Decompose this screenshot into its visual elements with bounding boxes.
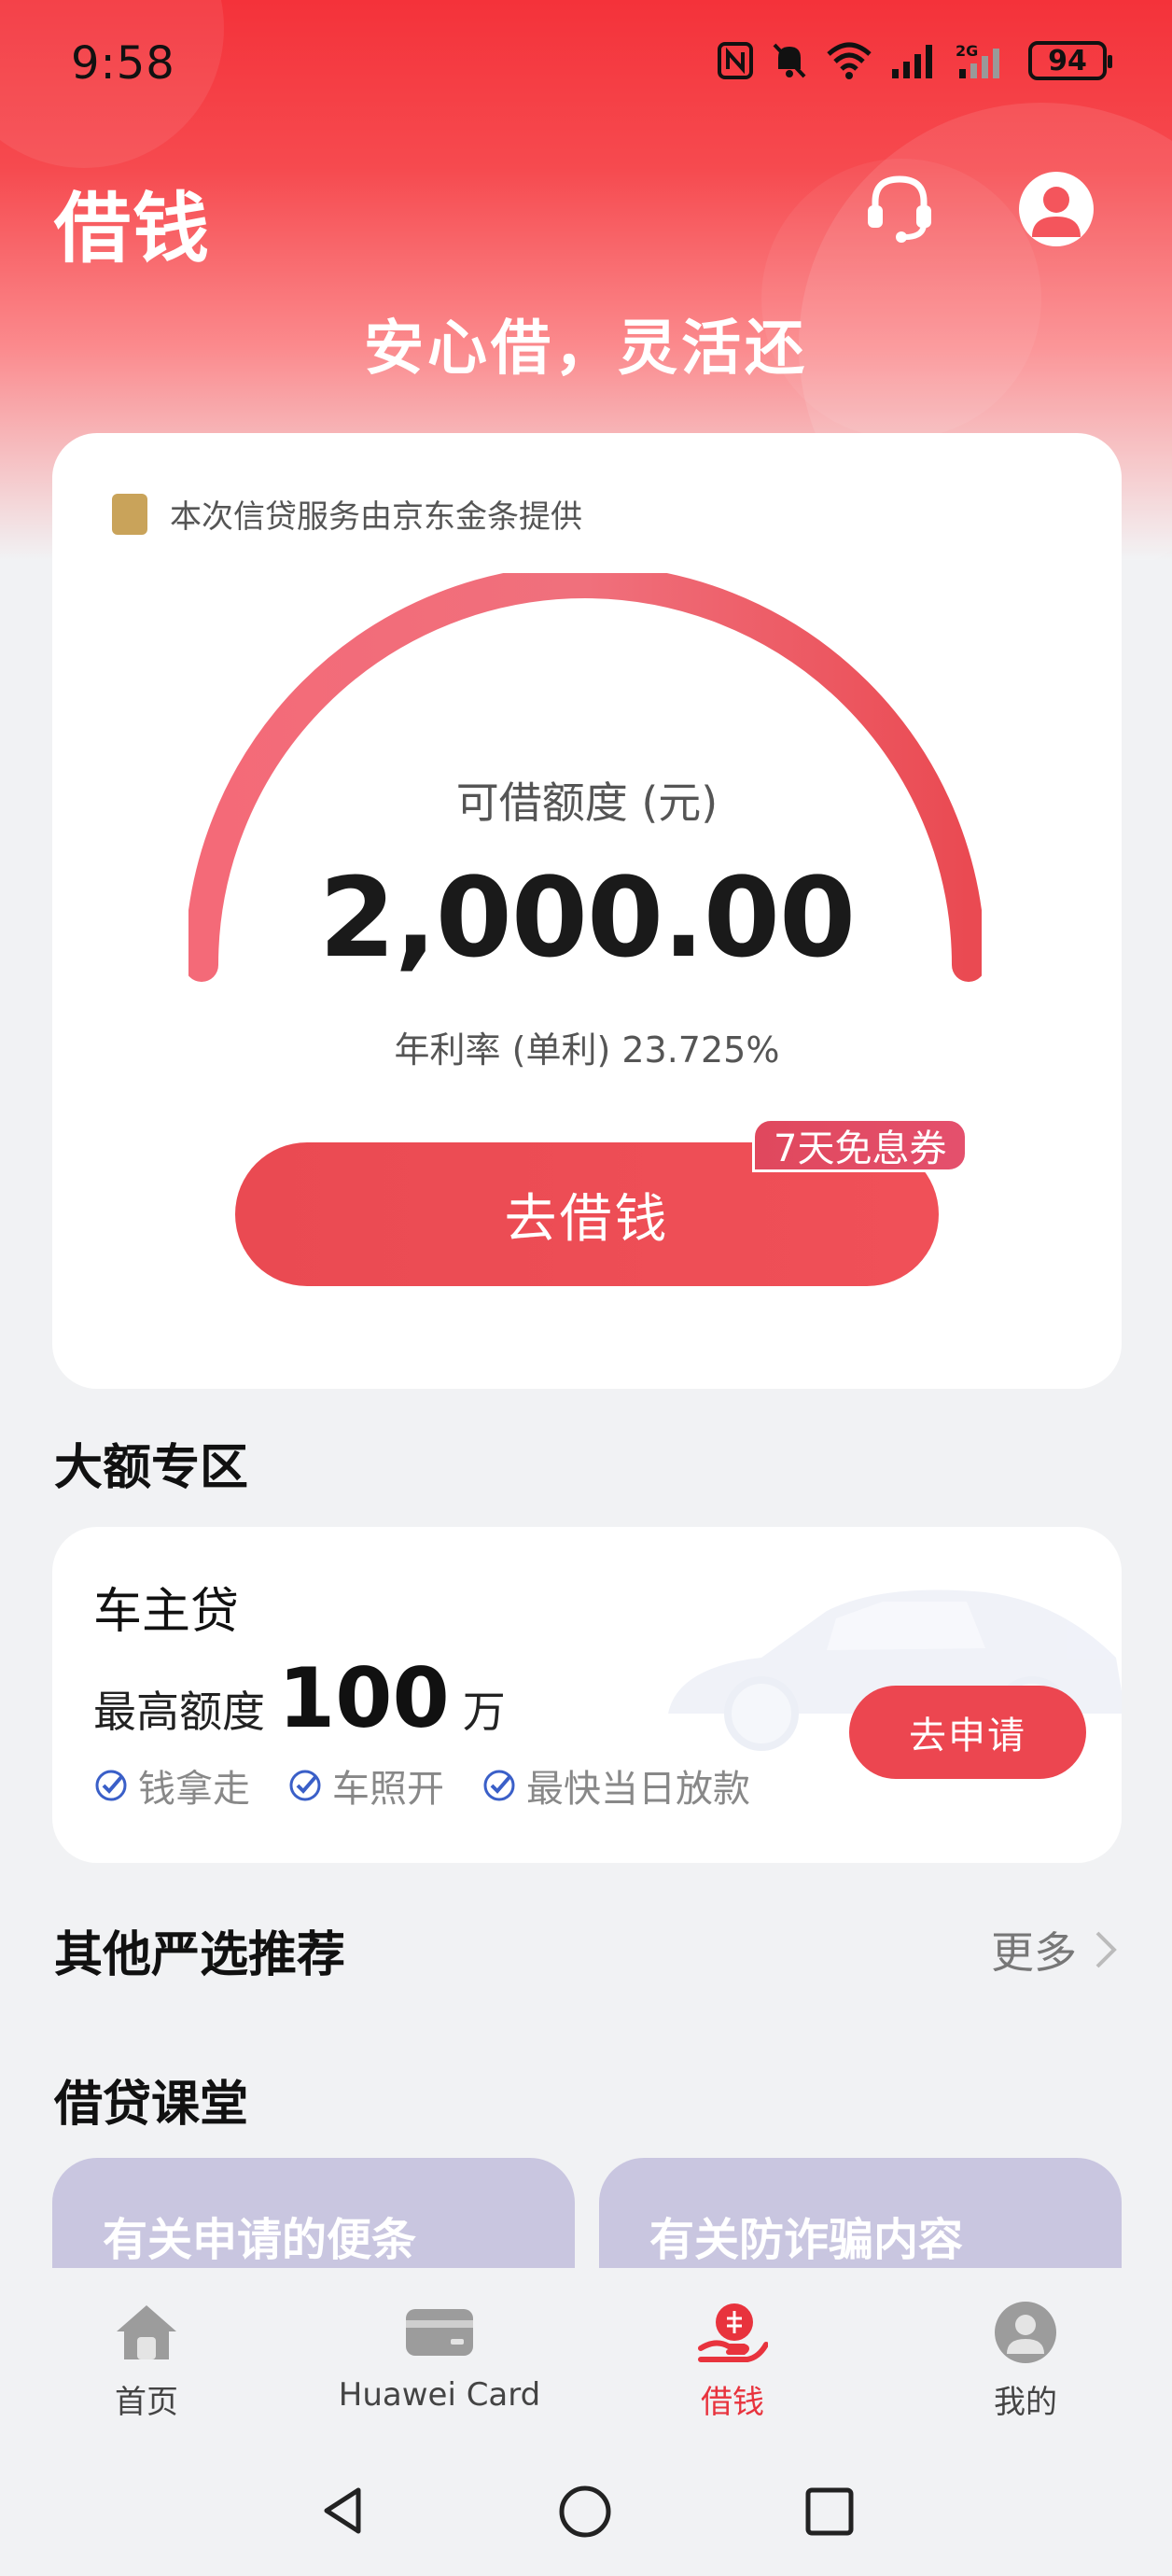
car-loan-card[interactable]: 车主贷 最高额度 100 万 钱拿走 车照开 最快当日放款 去申请 — [52, 1527, 1122, 1863]
wifi-icon — [827, 42, 872, 79]
large-zone-title: 大额专区 — [54, 1440, 249, 1496]
feature-label: 最快当日放款 — [526, 1768, 750, 1811]
mute-bell-icon — [773, 43, 806, 78]
limit-amount: 2,000.00 — [318, 853, 856, 982]
limit-label: 可借额度 (元) — [455, 777, 719, 828]
classroom-title: 借贷课堂 — [54, 2077, 249, 2133]
max-label: 最高额度 — [93, 1687, 265, 1737]
status-time: 9:58 — [71, 37, 175, 90]
more-label: 更多 — [991, 1927, 1077, 1978]
provider-text: 本次信贷服务由京东金条提供 — [170, 498, 582, 536]
check-icon — [483, 1770, 515, 1801]
system-nav-bar — [0, 2464, 1172, 2557]
battery-indicator: 94 — [1028, 41, 1112, 80]
loan-card: 本次信贷服务由京东金条提供 可借额度 (元) 2,000.00 年利率 (单利)… — [52, 433, 1122, 1389]
feature-item: 钱拿走 — [93, 1758, 250, 1813]
classroom-card[interactable]: 有关申请的便条 — [52, 2158, 575, 2268]
check-icon — [95, 1770, 127, 1801]
feature-label: 车照开 — [332, 1768, 444, 1811]
user-avatar[interactable] — [1019, 172, 1094, 246]
profile-icon — [995, 2302, 1056, 2363]
customer-service-icon[interactable] — [860, 168, 939, 246]
nav-item-home[interactable]: 首页 — [0, 2268, 293, 2436]
feature-label: 钱拿走 — [138, 1768, 250, 1811]
max-value: 100 — [278, 1650, 450, 1746]
network-label: 2G — [956, 42, 978, 60]
max-unit: 万 — [462, 1687, 506, 1737]
check-icon — [289, 1770, 321, 1801]
recents-icon[interactable] — [804, 2486, 855, 2537]
signal-2g-icon: 2G — [956, 42, 999, 78]
nav-item-mine[interactable]: 我的 — [879, 2268, 1172, 2436]
feature-item: 最快当日放款 — [481, 1758, 750, 1813]
nav-label: 首页 — [115, 2384, 178, 2421]
status-icons: 2G 94 — [717, 41, 1112, 80]
car-loan-title: 车主贷 — [93, 1584, 240, 1640]
classroom-card[interactable]: 有关防诈骗内容 — [599, 2158, 1122, 2268]
home-icon — [117, 2305, 176, 2359]
coupon-badge: 7天免息券 — [752, 1118, 969, 1172]
nav-label: 我的 — [994, 2384, 1057, 2421]
chevron-right-icon — [1095, 1931, 1117, 1968]
car-loan-features: 钱拿走 车照开 最快当日放款 — [93, 1758, 750, 1813]
recommend-title: 其他严选推荐 — [54, 1927, 346, 1983]
slogan: 安心借，灵活还 — [364, 315, 808, 384]
apply-button[interactable]: 去申请 — [849, 1686, 1086, 1779]
nav-label: Huawei Card — [338, 2376, 541, 2414]
provider-row: 本次信贷服务由京东金条提供 — [112, 491, 582, 537]
classroom-card-title: 有关防诈骗内容 — [649, 2214, 964, 2266]
status-bar: 9:58 2G 94 — [0, 0, 1172, 131]
borrow-icon — [698, 2303, 768, 2362]
nav-item-huawei-card[interactable]: Huawei Card — [293, 2268, 586, 2436]
home-circle-icon[interactable] — [558, 2485, 612, 2539]
page-title: 借钱 — [54, 185, 212, 273]
card-icon — [406, 2309, 473, 2356]
feature-item: 车照开 — [287, 1758, 444, 1813]
nfc-icon — [718, 42, 753, 79]
classroom-card-title: 有关申请的便条 — [103, 2214, 417, 2266]
battery-level: 94 — [1048, 44, 1087, 77]
avatar-icon — [1032, 187, 1081, 237]
nav-label: 借钱 — [701, 2384, 764, 2421]
car-loan-max: 最高额度 100 万 — [93, 1658, 506, 1740]
classroom-cards: 有关申请的便条 有关防诈骗内容 — [52, 2158, 1122, 2268]
jd-jintiao-logo — [112, 493, 147, 535]
more-link[interactable]: 更多 — [991, 1919, 1118, 1981]
bottom-nav: 首页 Huawei Card 借钱 我的 — [0, 2268, 1172, 2436]
nav-item-borrow[interactable]: 借钱 — [586, 2268, 879, 2436]
back-icon[interactable] — [317, 2485, 370, 2537]
interest-rate: 年利率 (单利) 23.725% — [394, 1029, 780, 1071]
signal-icon — [892, 45, 932, 78]
